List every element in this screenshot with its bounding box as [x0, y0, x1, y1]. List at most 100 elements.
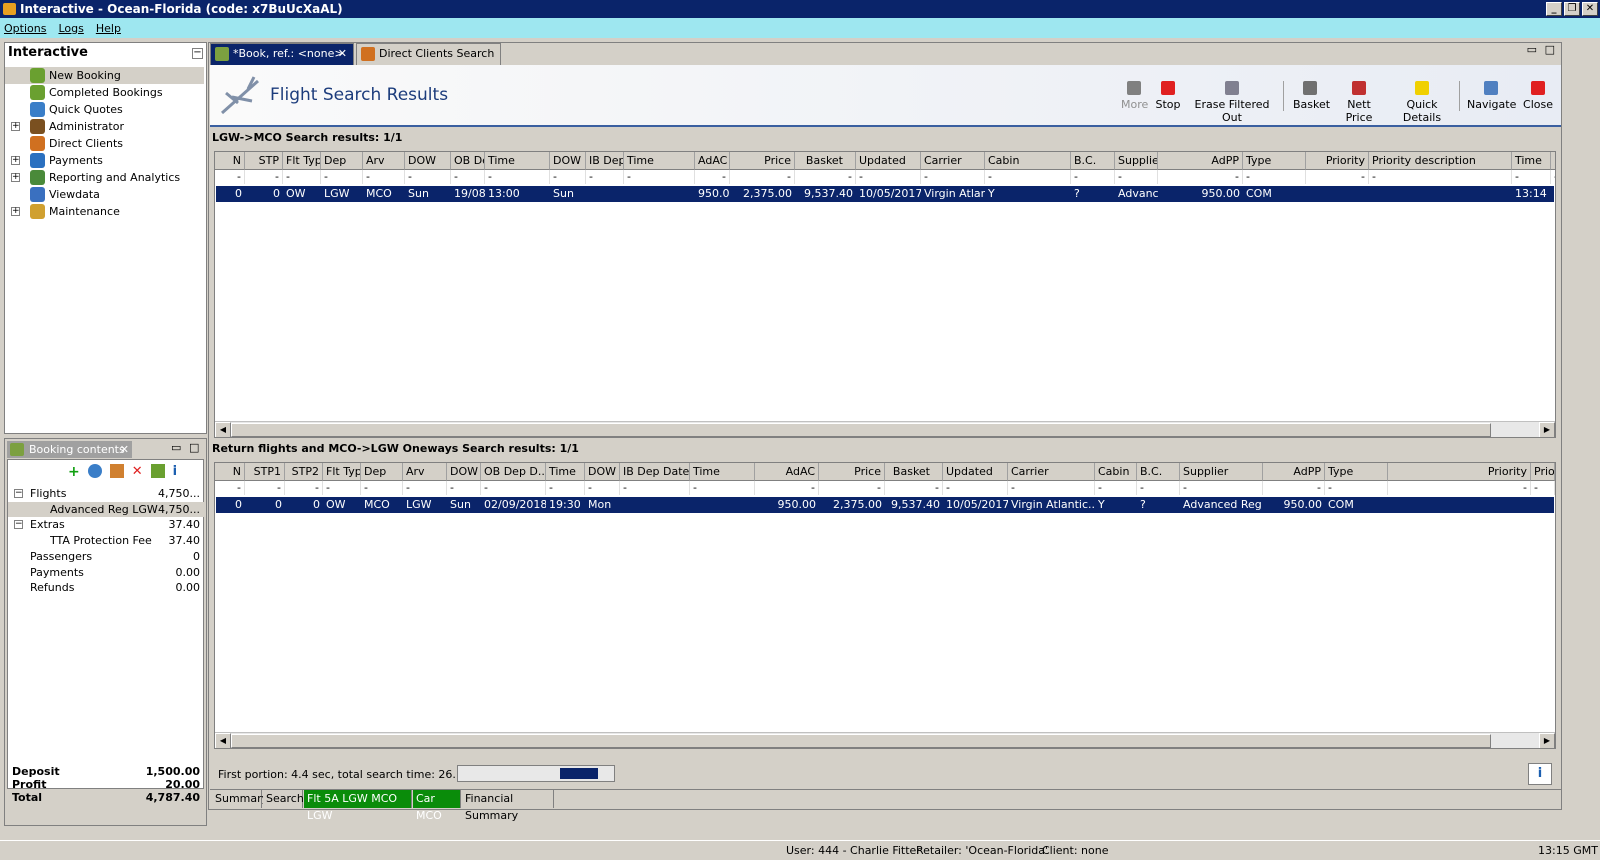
- table-cell[interactable]: 2,375.00: [819, 497, 885, 513]
- booking-contents-tab[interactable]: Booking contents ✕: [7, 441, 132, 458]
- table-cell[interactable]: 950.00: [1158, 186, 1243, 202]
- bottom-tab[interactable]: Summary: [212, 790, 268, 808]
- column-header[interactable]: Arv: [403, 463, 447, 481]
- move-icon[interactable]: [109, 464, 124, 478]
- table-cell[interactable]: OW: [323, 497, 361, 513]
- table-cell[interactable]: Mon: [585, 497, 620, 513]
- filter-cell[interactable]: -: [1071, 170, 1115, 184]
- minimize-button[interactable]: _: [1546, 2, 1562, 16]
- column-header[interactable]: Priority: [1306, 152, 1369, 170]
- filter-cell[interactable]: -: [405, 170, 451, 184]
- table-cell[interactable]: 950.00: [1263, 497, 1325, 513]
- column-header[interactable]: DOW: [550, 152, 586, 170]
- table-cell[interactable]: COM: [1325, 497, 1388, 513]
- table-cell[interactable]: Y: [985, 186, 1071, 202]
- filter-cell[interactable]: -: [1095, 481, 1137, 495]
- booking-row[interactable]: Payments 0.00: [8, 565, 204, 580]
- column-header[interactable]: OB Dep D...: [451, 152, 485, 170]
- column-header[interactable]: Time: [485, 152, 550, 170]
- sidebar-item[interactable]: Completed Bookings: [5, 84, 204, 101]
- column-header[interactable]: Cabin: [1095, 463, 1137, 481]
- filter-cell[interactable]: -: [1243, 170, 1306, 184]
- sidebar-item[interactable]: + Reporting and Analytics: [5, 169, 204, 186]
- filter-cell[interactable]: -: [550, 170, 586, 184]
- filter-cell[interactable]: -: [245, 170, 283, 184]
- filter-cell[interactable]: -: [1158, 170, 1243, 184]
- table-cell[interactable]: 13:00: [485, 186, 550, 202]
- column-header[interactable]: Time: [1512, 152, 1551, 170]
- filter-cell[interactable]: -: [620, 481, 690, 495]
- table-cell[interactable]: 0: [245, 186, 283, 202]
- bottom-tab[interactable]: Financial Summary: [462, 790, 554, 822]
- toolbar-erase-filtered-out-button[interactable]: Erase Filtered Out: [1187, 81, 1277, 124]
- maximize-view-button[interactable]: □: [1545, 43, 1555, 56]
- toolbar-basket-button[interactable]: Basket: [1293, 81, 1330, 117]
- maximize-panel-button[interactable]: □: [189, 441, 199, 454]
- table-cell[interactable]: Advanced Reg: [1115, 186, 1158, 202]
- table-cell[interactable]: 9,537.40: [795, 186, 856, 202]
- table-cell[interactable]: 950.00: [755, 497, 819, 513]
- table-cell[interactable]: LGW: [321, 186, 363, 202]
- expand-icon[interactable]: +: [11, 156, 20, 165]
- column-header[interactable]: Type: [1243, 152, 1306, 170]
- close-tab-icon[interactable]: ✕: [120, 441, 129, 458]
- filter-cell[interactable]: -: [943, 481, 1008, 495]
- column-header[interactable]: Dep: [321, 152, 363, 170]
- filter-cell[interactable]: -: [730, 170, 795, 184]
- column-header[interactable]: STP1: [245, 463, 285, 481]
- toolbar-stop-button[interactable]: Stop: [1153, 81, 1183, 117]
- filter-cell[interactable]: -: [795, 170, 856, 184]
- table-cell[interactable]: 950.00: [695, 186, 730, 202]
- scroll-left-icon[interactable]: ◀: [215, 422, 231, 437]
- filter-cell[interactable]: -: [1263, 481, 1325, 495]
- filter-cell[interactable]: -: [690, 481, 755, 495]
- filter-cell[interactable]: -: [624, 170, 695, 184]
- table-cell[interactable]: 13:14: [1512, 186, 1551, 202]
- clock-icon[interactable]: [87, 464, 102, 478]
- column-header[interactable]: Basket: [795, 152, 856, 170]
- filter-cell[interactable]: -: [1180, 481, 1263, 495]
- bottom-tab[interactable]: Car MCO: [413, 790, 461, 822]
- column-header[interactable]: Basket: [885, 463, 943, 481]
- tab-direct-clients-search[interactable]: Direct Clients Search: [356, 43, 501, 65]
- table-cell[interactable]: 19/08/2018: [451, 186, 485, 202]
- toolbar-close-button[interactable]: Close: [1520, 81, 1556, 117]
- table-cell[interactable]: LGW: [403, 497, 447, 513]
- filter-cell[interactable]: -: [447, 481, 481, 495]
- scroll-right-icon[interactable]: ▶: [1539, 733, 1555, 748]
- column-header[interactable]: Flt Type: [323, 463, 361, 481]
- filter-cell[interactable]: -: [485, 170, 550, 184]
- scroll-right-icon[interactable]: ▶: [1539, 422, 1555, 437]
- filter-cell[interactable]: -: [1137, 481, 1180, 495]
- scrollbar-thumb[interactable]: [231, 734, 1491, 748]
- table-cell[interactable]: 10/05/2017: [856, 186, 921, 202]
- column-header[interactable]: Type: [1325, 463, 1388, 481]
- filter-cell[interactable]: -: [819, 481, 885, 495]
- column-header[interactable]: Price: [730, 152, 795, 170]
- column-header[interactable]: AdPP: [1263, 463, 1325, 481]
- column-header[interactable]: Carrier: [1008, 463, 1095, 481]
- booking-row[interactable]: − Extras 37.40: [8, 517, 204, 532]
- info-button[interactable]: i: [1528, 763, 1552, 785]
- sidebar-item[interactable]: + Maintenance: [5, 203, 204, 220]
- table-cell[interactable]: 2,375.00: [730, 186, 795, 202]
- table-cell[interactable]: Virgin Atlantic...: [1008, 497, 1095, 513]
- table-cell[interactable]: 10/05/2017: [943, 497, 1008, 513]
- table-cell[interactable]: ?: [1071, 186, 1115, 202]
- close-tab-icon[interactable]: ✕: [338, 44, 347, 64]
- column-header[interactable]: IB Dep Date: [586, 152, 624, 170]
- filter-cell[interactable]: -: [1388, 481, 1531, 495]
- column-header[interactable]: Cabin: [985, 152, 1071, 170]
- sidebar-item[interactable]: Direct Clients: [5, 135, 204, 152]
- collapse-icon[interactable]: −: [14, 520, 23, 530]
- table-cell[interactable]: Virgin Atlantic...: [921, 186, 985, 202]
- column-header[interactable]: DOW: [405, 152, 451, 170]
- column-header[interactable]: Dep: [361, 463, 403, 481]
- table-cell[interactable]: COM: [1243, 186, 1306, 202]
- filter-cell[interactable]: -: [585, 481, 620, 495]
- column-header[interactable]: DOW: [447, 463, 481, 481]
- filter-cell[interactable]: -: [283, 170, 321, 184]
- table-cell[interactable]: 19:30: [546, 497, 585, 513]
- table-cell[interactable]: ?: [1137, 497, 1180, 513]
- sidebar-item[interactable]: + Payments: [5, 152, 204, 169]
